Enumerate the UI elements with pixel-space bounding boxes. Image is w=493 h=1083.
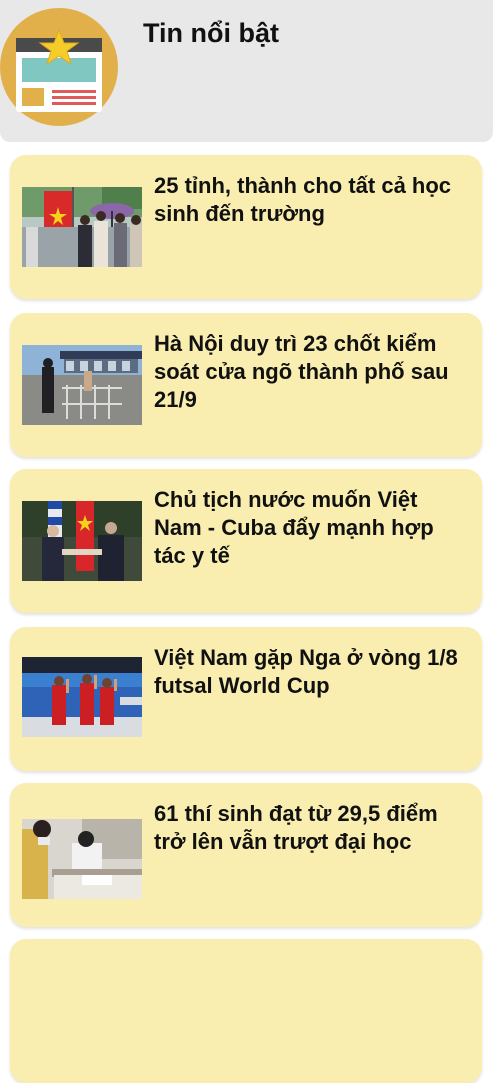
article-title: Chủ tịch nước muốn Việt Nam - Cuba đẩy m…	[154, 487, 434, 568]
article-title: Việt Nam gặp Nga ở vòng 1/8 futsal World…	[154, 645, 458, 698]
article-card[interactable]: 61 thí sinh đạt từ 29,5 điểm trở lên vẫn…	[10, 783, 482, 927]
article-card[interactable]	[10, 939, 482, 1083]
article-title: 61 thí sinh đạt từ 29,5 điểm trở lên vẫn…	[154, 801, 438, 854]
article-thumbnail	[22, 187, 142, 267]
app-header: Tin nổi bật	[0, 0, 493, 142]
article-card[interactable]: Hà Nội duy trì 23 chốt kiểm soát cửa ngõ…	[10, 313, 482, 457]
featured-news-icon	[0, 8, 118, 126]
article-thumbnail	[22, 501, 142, 581]
article-thumbnail	[22, 657, 142, 737]
article-title: Hà Nội duy trì 23 chốt kiểm soát cửa ngõ…	[154, 331, 449, 412]
article-title: 25 tỉnh, thành cho tất cả học sinh đến t…	[154, 173, 452, 226]
page-title: Tin nổi bật	[143, 18, 279, 48]
article-card[interactable]: 25 tỉnh, thành cho tất cả học sinh đến t…	[10, 155, 482, 299]
article-thumbnail	[22, 819, 142, 899]
article-thumbnail	[22, 345, 142, 425]
article-card[interactable]: Việt Nam gặp Nga ở vòng 1/8 futsal World…	[10, 627, 482, 771]
article-card[interactable]: Chủ tịch nước muốn Việt Nam - Cuba đẩy m…	[10, 469, 482, 613]
